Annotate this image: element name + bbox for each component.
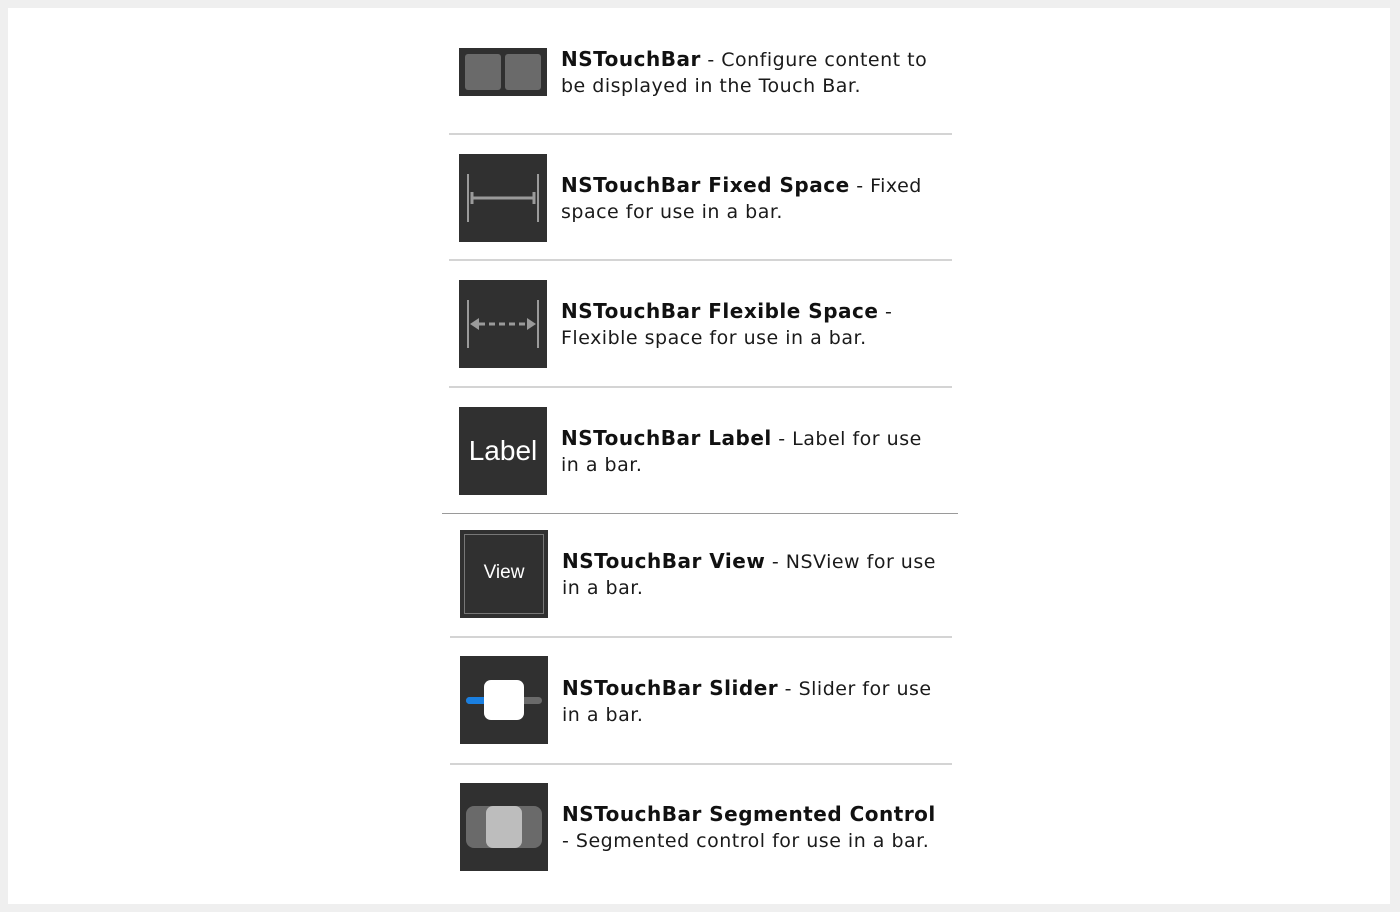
flexible-space-icon <box>459 280 547 368</box>
item-title: NSTouchBar View <box>562 549 766 573</box>
item-description: NSTouchBar Label - Label for use in a ba… <box>561 425 941 478</box>
label-icon-text: Label <box>468 435 538 466</box>
segmented-control-icon <box>460 783 548 871</box>
item-title: NSTouchBar Slider <box>562 676 779 700</box>
item-title: NSTouchBar Fixed Space <box>561 173 850 197</box>
touchbar-icon <box>459 48 547 96</box>
library-item-flexible-space[interactable]: NSTouchBar Flexible Space - Flexible spa… <box>8 260 1390 386</box>
library-item-slider[interactable]: NSTouchBar Slider - Slider for use in a … <box>8 638 1390 764</box>
object-library-panel: NSTouchBar - Configure content to be dis… <box>8 8 1390 904</box>
library-item-touchbar[interactable]: NSTouchBar - Configure content to be dis… <box>8 8 1390 134</box>
item-description: NSTouchBar - Configure content to be dis… <box>561 46 941 99</box>
view-icon-text: View <box>483 562 525 583</box>
library-item-fixed-space[interactable]: NSTouchBar Fixed Space - Fixed space for… <box>8 134 1390 260</box>
view-icon: View <box>460 530 548 618</box>
slider-icon <box>460 656 548 744</box>
item-title: NSTouchBar Label <box>561 426 772 450</box>
item-title: NSTouchBar <box>561 47 701 71</box>
item-subtitle: - Segmented control for use in a bar. <box>562 830 930 852</box>
library-item-view[interactable]: View NSTouchBar View - NSView for use in… <box>8 512 1390 638</box>
item-title: NSTouchBar Segmented Control <box>562 802 936 826</box>
item-description: NSTouchBar Slider - Slider for use in a … <box>562 675 942 728</box>
library-item-segmented-control[interactable]: NSTouchBar Segmented Control - Segmented… <box>8 764 1390 890</box>
item-description: NSTouchBar Segmented Control - Segmented… <box>562 801 942 854</box>
item-title: NSTouchBar Flexible Space <box>561 299 879 323</box>
item-description: NSTouchBar Fixed Space - Fixed space for… <box>561 172 941 225</box>
item-description: NSTouchBar Flexible Space - Flexible spa… <box>561 298 941 351</box>
label-icon: Label <box>459 407 547 495</box>
library-item-label[interactable]: Label NSTouchBar Label - Label for use i… <box>8 386 1390 512</box>
item-description: NSTouchBar View - NSView for use in a ba… <box>562 548 942 601</box>
fixed-space-icon <box>459 154 547 242</box>
